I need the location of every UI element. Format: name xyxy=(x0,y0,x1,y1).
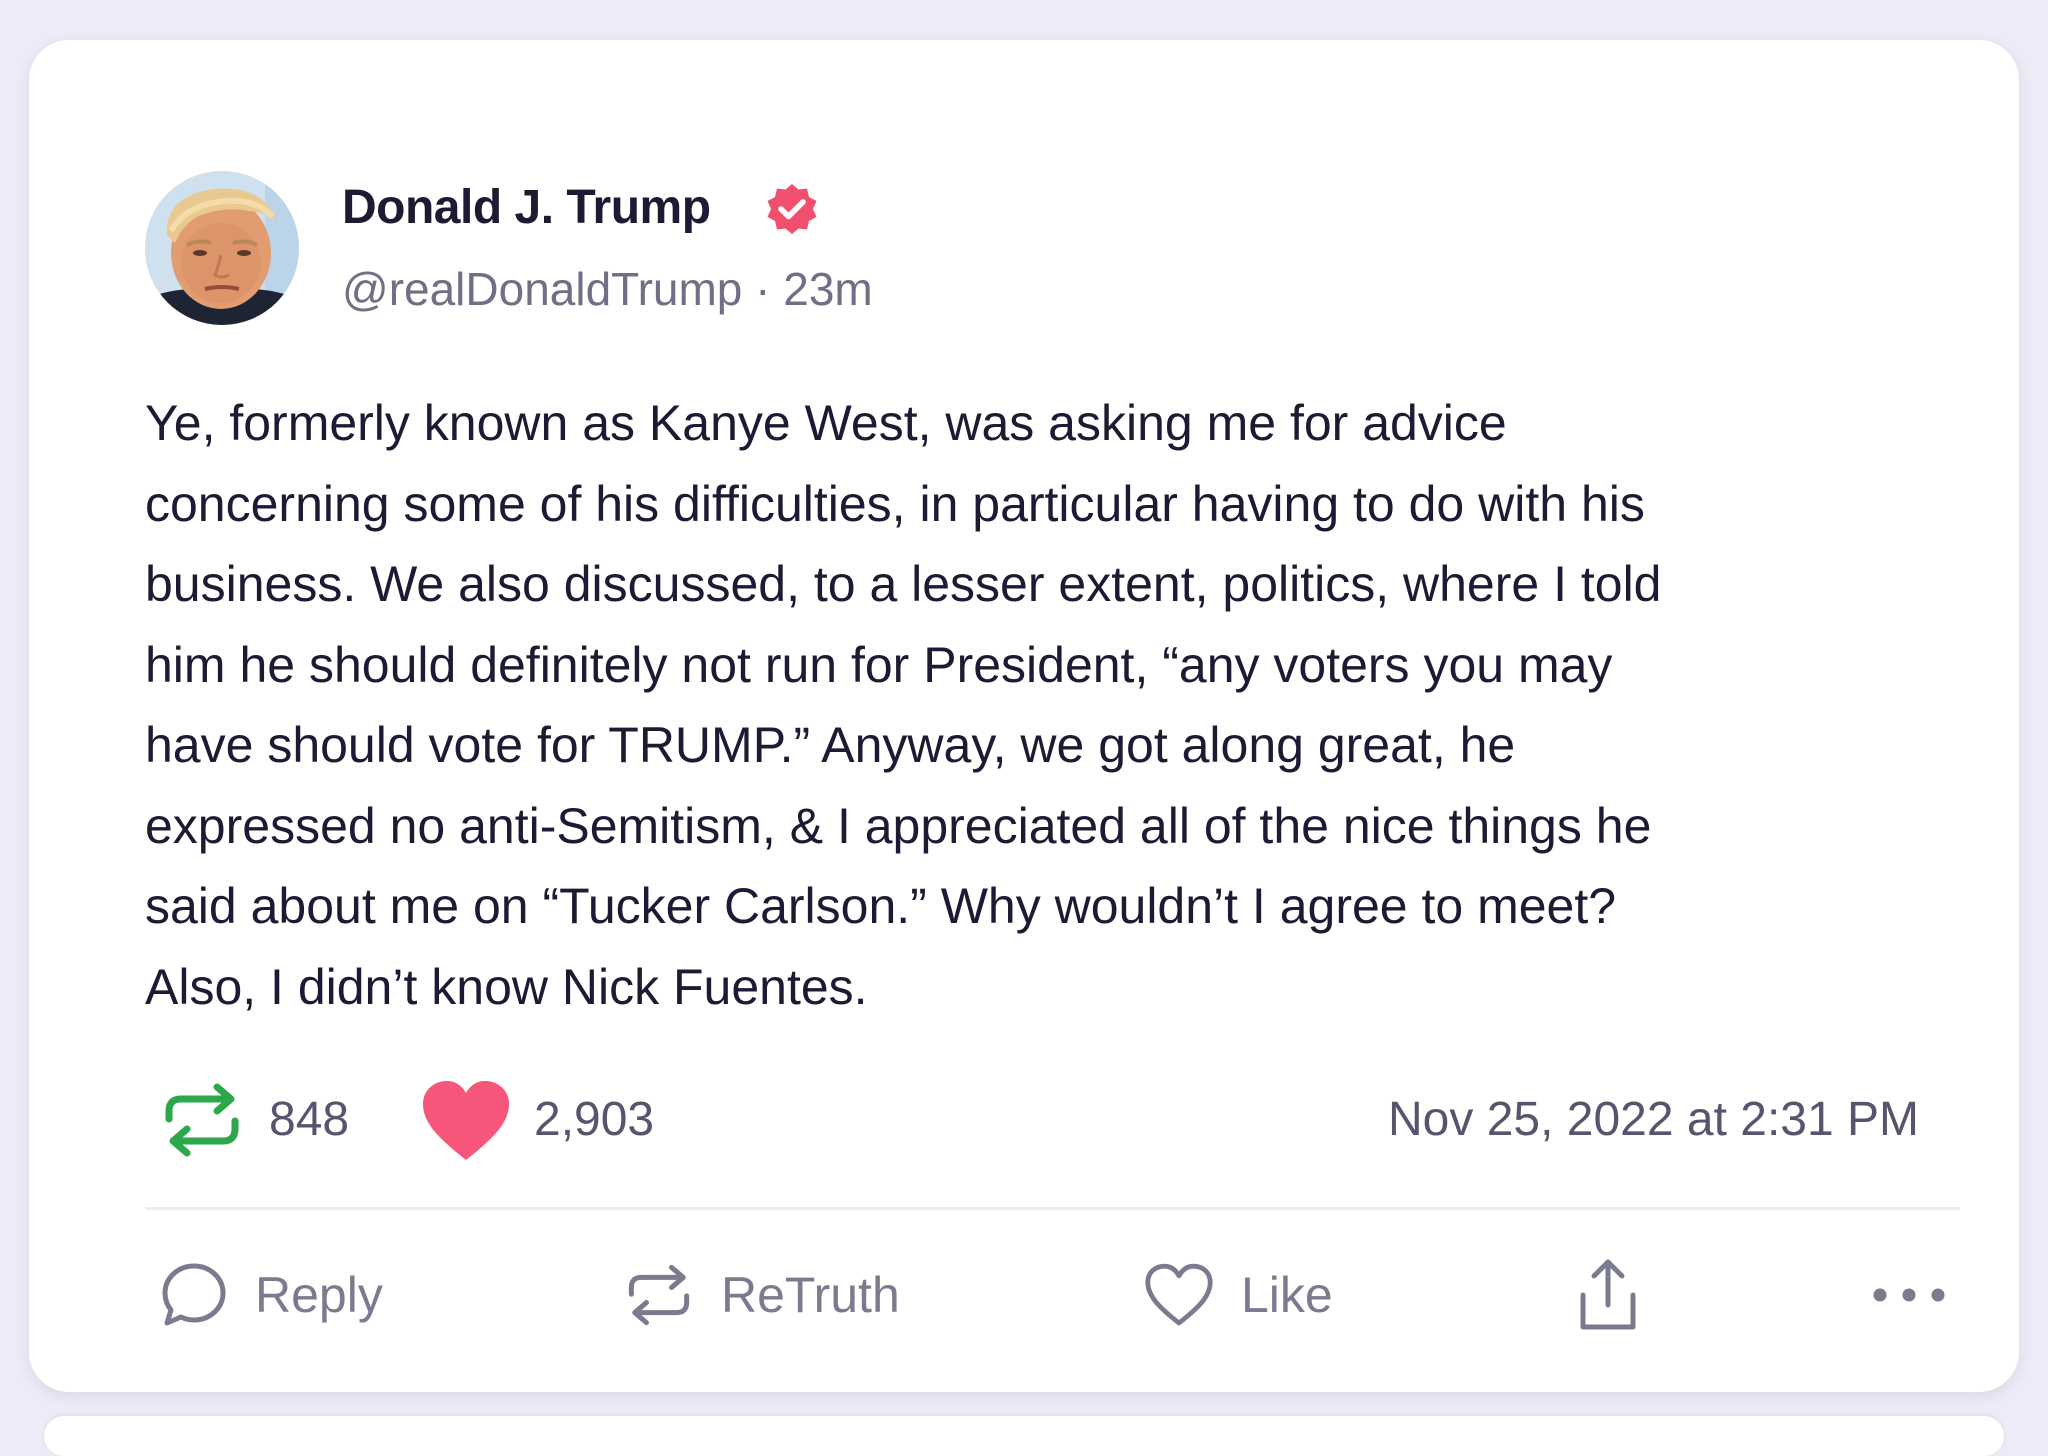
retruth-count[interactable]: 848 xyxy=(269,1092,349,1147)
more-dots-icon xyxy=(1873,1288,1945,1302)
speech-bubble-icon xyxy=(162,1263,226,1326)
post-body-line: concerning some of his difficulties, in … xyxy=(145,475,1645,532)
like-label: Like xyxy=(1241,1267,1333,1323)
verified-badge-icon xyxy=(762,181,822,241)
author-display-name[interactable]: Donald J. Trump xyxy=(342,180,711,235)
post-card: Donald J. Trump @realDonaldTrump · 23m Y… xyxy=(29,40,2019,1392)
post-body-line: Also, I didn’t know Nick Fuentes. xyxy=(145,958,868,1015)
post-body-line: have should vote for TRUMP.” Anyway, we … xyxy=(145,717,1516,773)
retruth-label: ReTruth xyxy=(721,1267,900,1323)
next-post-card-edge xyxy=(44,1416,2004,1456)
retruth-button[interactable]: ReTruth xyxy=(623,1250,900,1340)
share-button[interactable] xyxy=(1573,1250,1643,1340)
author-handle-and-time[interactable]: @realDonaldTrump · 23m xyxy=(342,262,873,316)
post-actions: Reply ReTruth Like xyxy=(29,1250,2019,1340)
post-body-line: business. We also discussed, to a lesser… xyxy=(145,556,1662,612)
reply-label: Reply xyxy=(255,1267,383,1323)
post-timestamp[interactable]: Nov 25, 2022 at 2:31 PM xyxy=(1388,1092,1919,1147)
post-body-line: Ye, formerly known as Kanye West, was as… xyxy=(145,395,1507,451)
share-upload-icon xyxy=(1580,1259,1636,1330)
divider xyxy=(145,1207,1960,1210)
post-body-line: said about me on “Tucker Carlson.” Why w… xyxy=(145,878,1617,934)
like-button[interactable]: Like xyxy=(1143,1250,1333,1340)
post-body: Ye, formerly known as Kanye West, was as… xyxy=(145,383,1995,1027)
reply-button[interactable]: Reply xyxy=(159,1250,383,1340)
avatar-portrait xyxy=(145,171,299,325)
like-count[interactable]: 2,903 xyxy=(534,1092,654,1147)
heart-filled-icon xyxy=(421,1080,511,1162)
heart-outline-icon xyxy=(1145,1263,1213,1326)
retruth-icon xyxy=(628,1264,690,1326)
more-options-button[interactable] xyxy=(1871,1250,1947,1340)
retruth-icon xyxy=(159,1077,245,1163)
post-body-line: him he should definitely not run for Pre… xyxy=(145,636,1613,693)
post-stats: 848 2,903 Nov 25, 2022 at 2:31 PM xyxy=(29,1070,2019,1170)
post-body-line: expressed no anti-Semitism, & I apprecia… xyxy=(145,797,1652,854)
avatar[interactable] xyxy=(145,171,299,325)
